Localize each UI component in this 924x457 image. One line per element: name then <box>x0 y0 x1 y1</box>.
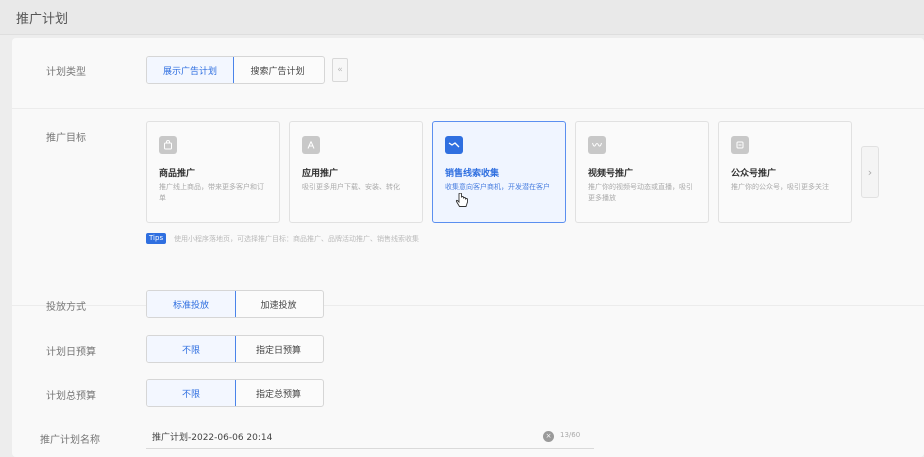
goal-next-arrow[interactable]: › <box>861 146 879 198</box>
shopping-bag-icon <box>159 136 177 154</box>
goal-label: 推广目标 <box>46 133 86 144</box>
total-budget-specify-option[interactable]: 指定总预算 <box>235 380 322 406</box>
hand-cursor-icon <box>455 192 469 209</box>
goal-card-video-channel[interactable]: 视频号推广 推广你的视频号动态或直播，吸引更多播放 <box>575 121 709 223</box>
goal-card-product[interactable]: 商品推广 推广线上商品，带来更多客户和订单 <box>146 121 280 223</box>
goal-card-desc: 推广你的视频号动态或直播，吸引更多播放 <box>588 183 693 202</box>
tips-badge: Tips <box>146 233 167 244</box>
tips-text: 使用小程序落地页，可选择推广目标：商品推广、品牌活动推广、销售线索收集 <box>174 235 419 243</box>
goal-card-desc: 收集意向客户商机，开发潜在客户 <box>445 183 550 191</box>
goal-card-desc: 吸引更多用户下载、安装、转化 <box>302 183 400 191</box>
char-counter: 13/60 <box>560 431 581 439</box>
goal-card-official-account[interactable]: 公众号推广 推广你的公众号，吸引更多关注 <box>718 121 852 223</box>
plan-type-display-ads-option[interactable]: 展示广告计划 <box>147 57 234 83</box>
plan-type-label: 计划类型 <box>46 67 86 78</box>
app-store-icon <box>302 136 320 154</box>
goal-card-title: 公众号推广 <box>731 169 777 179</box>
video-channel-icon <box>588 136 606 154</box>
delivery-label: 投放方式 <box>46 302 86 313</box>
plan-type-section: 计划类型 展示广告计划 搜索广告计划 « <box>12 38 924 109</box>
plan-name-label: 推广计划名称 <box>40 435 100 446</box>
total-budget-selector: 不限 指定总预算 <box>146 379 324 407</box>
daily-budget-selector: 不限 指定日预算 <box>146 335 324 363</box>
delivery-selector: 标准投放 加速投放 <box>146 290 324 318</box>
plan-name-input[interactable]: 推广计划-2022-06-06 20:14 × 13/60 <box>146 426 594 449</box>
total-budget-unlimited-option[interactable]: 不限 <box>147 380 236 406</box>
goal-card-title: 销售线索收集 <box>445 169 500 179</box>
plan-type-search-ads-option[interactable]: 搜索广告计划 <box>233 57 322 83</box>
page-header: 推广计划 <box>0 0 924 35</box>
page-title: 推广计划 <box>16 12 69 27</box>
daily-budget-specify-option[interactable]: 指定日预算 <box>235 336 322 362</box>
plan-form: 计划类型 展示广告计划 搜索广告计划 « 推广目标 商品推广 推广线上商品，带来… <box>12 38 924 457</box>
total-budget-label: 计划总预算 <box>46 391 96 402</box>
daily-budget-unlimited-option[interactable]: 不限 <box>147 336 236 362</box>
plan-name-value: 推广计划-2022-06-06 20:14 <box>152 433 273 443</box>
goal-card-title: 商品推广 <box>159 169 196 179</box>
daily-budget-label: 计划日预算 <box>46 347 96 358</box>
goal-card-title: 视频号推广 <box>588 169 634 179</box>
goal-card-desc: 推广线上商品，带来更多客户和订单 <box>159 183 264 202</box>
goal-card-sales-leads[interactable]: 销售线索收集 收集意向客户商机，开发潜在客户 <box>432 121 566 223</box>
collapse-button[interactable]: « <box>332 58 348 82</box>
goal-card-title: 应用推广 <box>302 169 339 179</box>
delivery-standard-option[interactable]: 标准投放 <box>147 291 236 317</box>
official-account-icon <box>731 136 749 154</box>
plan-type-selector: 展示广告计划 搜索广告计划 <box>146 56 325 84</box>
delivery-accelerated-option[interactable]: 加速投放 <box>235 291 322 317</box>
goal-card-app[interactable]: 应用推广 吸引更多用户下载、安装、转化 <box>289 121 423 223</box>
goal-card-desc: 推广你的公众号，吸引更多关注 <box>731 183 829 191</box>
clear-icon[interactable]: × <box>543 431 554 442</box>
sales-leads-icon <box>445 136 463 154</box>
